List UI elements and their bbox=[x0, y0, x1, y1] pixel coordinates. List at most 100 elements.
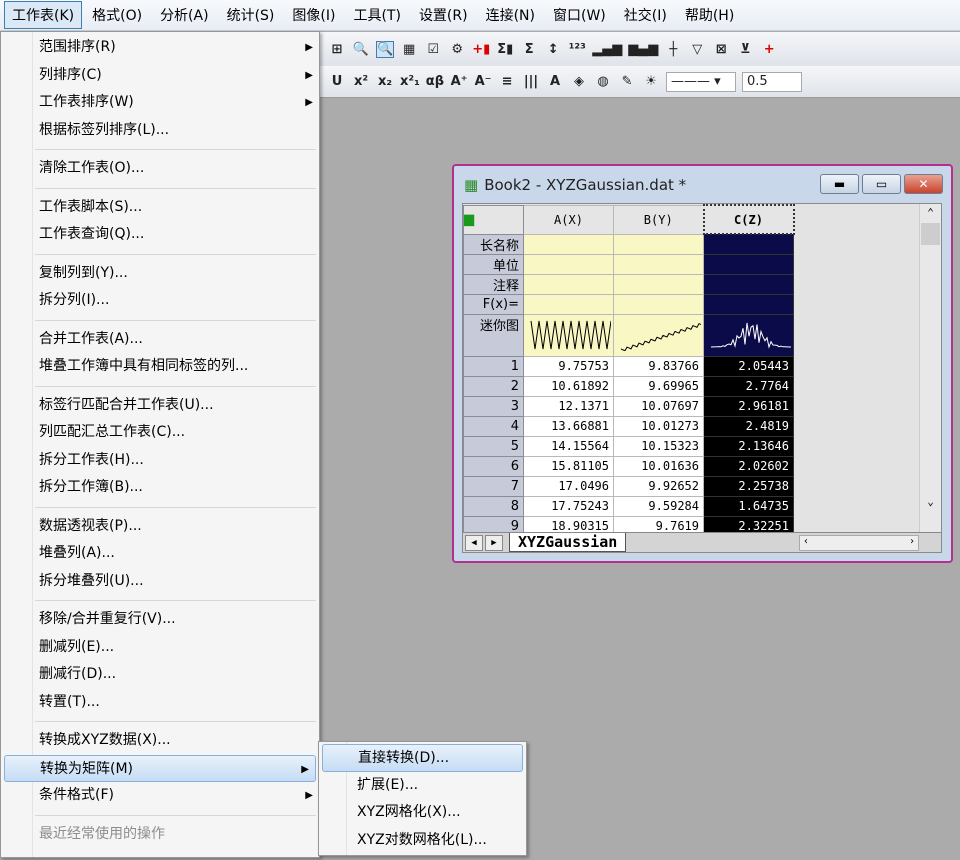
floating-bar-icon[interactable]: ┼ bbox=[664, 42, 682, 57]
menu-item[interactable]: 列排序(C) ▶ bbox=[1, 62, 319, 90]
worksheet-icon[interactable]: ▦ bbox=[400, 42, 418, 57]
label-cell[interactable] bbox=[523, 293, 614, 315]
format-icon-11[interactable]: ◍ bbox=[594, 74, 612, 89]
menu-item[interactable]: 转换为矩阵(M) ▶ bbox=[4, 754, 316, 782]
gear-icon[interactable]: ⚙ bbox=[448, 42, 466, 57]
menu-item[interactable]: 堆叠工作簿中具有相同标签的列... bbox=[1, 353, 319, 381]
label-row-header[interactable]: 单位 bbox=[463, 253, 524, 275]
data-cell[interactable]: 2.7764 bbox=[703, 375, 794, 397]
row-number[interactable]: 7 bbox=[463, 475, 524, 497]
column-header[interactable]: B(Y) bbox=[613, 204, 704, 235]
close-button[interactable]: ✕ bbox=[904, 174, 943, 194]
worksheet-grid[interactable]: ▆ A(X) B(Y) C(Z) 长名称 单位 注释 F(x)= 迷你图 1 9.75753 9.83… bbox=[462, 203, 942, 553]
data-cell[interactable]: 2.25738 bbox=[703, 475, 794, 497]
zoom-icon[interactable]: 🔍 bbox=[352, 42, 370, 57]
menu-3[interactable]: 统计(S) bbox=[219, 1, 283, 29]
format-icon-9[interactable]: A bbox=[546, 74, 564, 89]
column-sum-icon[interactable]: Σ bbox=[520, 42, 538, 57]
sparkline-cell[interactable] bbox=[613, 313, 704, 357]
submenu-item[interactable]: XYZ对数网格化(L)... bbox=[319, 827, 526, 855]
row-number[interactable]: 8 bbox=[463, 495, 524, 517]
data-cell[interactable]: 13.66881 bbox=[523, 415, 614, 437]
menu-item[interactable]: 拆分工作表(H)... bbox=[1, 447, 319, 475]
vertical-scrollbar[interactable]: ⌃ ⌄ bbox=[919, 204, 941, 534]
data-cell[interactable]: 12.1371 bbox=[523, 395, 614, 417]
maximize-button[interactable]: ▭ bbox=[862, 174, 901, 194]
row-number[interactable]: 4 bbox=[463, 415, 524, 437]
menu-item[interactable]: 工作表排序(W) ▶ bbox=[1, 89, 319, 117]
menu-item[interactable]: 转置(T)... bbox=[1, 689, 319, 717]
data-cell[interactable]: 2.13646 bbox=[703, 435, 794, 457]
menu-0[interactable]: 工作表(K) bbox=[4, 1, 83, 29]
data-cell[interactable]: 14.15564 bbox=[523, 435, 614, 457]
bar-chart-icon[interactable]: ▂▄▆ bbox=[592, 42, 622, 57]
menu-1[interactable]: 格式(O) bbox=[84, 1, 150, 29]
submenu-item[interactable]: 直接转换(D)... bbox=[322, 744, 523, 772]
row-number[interactable]: 1 bbox=[463, 355, 524, 377]
data-cell[interactable]: 17.0496 bbox=[523, 475, 614, 497]
row-number[interactable]: 5 bbox=[463, 435, 524, 457]
menu-8[interactable]: 窗口(W) bbox=[545, 1, 614, 29]
label-cell[interactable] bbox=[523, 273, 614, 295]
data-cell[interactable]: 10.15323 bbox=[613, 435, 704, 457]
data-cell[interactable]: 1.64735 bbox=[703, 495, 794, 517]
format-icon-3[interactable]: x²₁ bbox=[400, 74, 420, 89]
format-icon-8[interactable]: ||| bbox=[522, 74, 540, 89]
line-width-input[interactable]: 0.5 bbox=[742, 71, 803, 92]
label-row-header[interactable]: 长名称 bbox=[463, 233, 524, 255]
next-sheet-button[interactable]: ▶ bbox=[485, 534, 503, 551]
menu-item[interactable]: 拆分工作簿(B)... bbox=[1, 474, 319, 502]
sparkline-cell[interactable] bbox=[703, 313, 794, 357]
label-cell[interactable] bbox=[523, 233, 614, 255]
label-cell[interactable] bbox=[613, 233, 704, 255]
label-row-header[interactable]: 迷你图 bbox=[463, 313, 524, 357]
script-icon[interactable]: ☑ bbox=[424, 42, 442, 57]
row-number[interactable]: 6 bbox=[463, 455, 524, 477]
data-cell[interactable]: 10.01273 bbox=[613, 415, 704, 437]
add-column-icon[interactable]: +▮ bbox=[472, 42, 490, 57]
menu-item[interactable]: 数据透视表(P)... bbox=[1, 513, 319, 541]
label-cell[interactable] bbox=[703, 293, 794, 315]
menu-2[interactable]: 分析(A) bbox=[152, 1, 217, 29]
menu-item[interactable]: 合并工作表(A)... bbox=[1, 326, 319, 354]
menu-9[interactable]: 社交(I) bbox=[616, 1, 675, 29]
label-cell[interactable] bbox=[703, 253, 794, 275]
menu-5[interactable]: 工具(T) bbox=[345, 1, 408, 29]
data-cell[interactable]: 9.69965 bbox=[613, 375, 704, 397]
minimize-button[interactable]: ▬ bbox=[820, 174, 859, 194]
data-cell[interactable]: 2.96181 bbox=[703, 395, 794, 417]
format-icon-0[interactable]: U bbox=[328, 74, 346, 89]
data-cell[interactable]: 10.61892 bbox=[523, 375, 614, 397]
menu-item[interactable]: 拆分列(I)... bbox=[1, 287, 319, 315]
format-icon-12[interactable]: ✎ bbox=[618, 74, 636, 89]
data-cell[interactable]: 9.75753 bbox=[523, 355, 614, 377]
menu-4[interactable]: 图像(I) bbox=[284, 1, 343, 29]
format-icon-6[interactable]: A⁻ bbox=[474, 74, 492, 89]
format-icon-7[interactable]: ≡ bbox=[498, 74, 516, 89]
data-cell[interactable]: 2.02602 bbox=[703, 455, 794, 477]
line-style-dropdown[interactable]: ——— ▾ bbox=[666, 71, 737, 92]
structure-icon[interactable]: ⊞ bbox=[328, 42, 346, 57]
filter-icon[interactable]: ▽ bbox=[688, 42, 706, 57]
label-row-header[interactable]: F(x)= bbox=[463, 293, 524, 315]
menu-10[interactable]: 帮助(H) bbox=[677, 1, 742, 29]
toolbar-icon[interactable]: + bbox=[760, 42, 778, 57]
menu-item[interactable]: 根据标签列排序(L)... bbox=[1, 117, 319, 145]
menu-item[interactable]: 范围排序(R) ▶ bbox=[1, 34, 319, 62]
data-cell[interactable]: 17.75243 bbox=[523, 495, 614, 517]
workbook-window[interactable]: ▦ Book2 - XYZGaussian.dat * ▬ ▭ ✕ ▆ A(X) B… bbox=[452, 164, 953, 563]
label-cell[interactable] bbox=[613, 273, 704, 295]
row-number[interactable]: 2 bbox=[463, 375, 524, 397]
format-icon-2[interactable]: x₂ bbox=[376, 74, 394, 89]
menu-item[interactable]: 条件格式(F) ▶ bbox=[1, 782, 319, 810]
sheet-tab[interactable]: XYZGaussian bbox=[509, 533, 627, 552]
reapply-filter-icon[interactable]: ⊻ bbox=[736, 42, 754, 57]
data-cell[interactable]: 2.05443 bbox=[703, 355, 794, 377]
menu-item[interactable]: 工作表查询(Q)... bbox=[1, 221, 319, 249]
menu-item[interactable]: 最近经常使用的操作 bbox=[1, 821, 319, 849]
menu-item[interactable]: 拆分堆叠列(U)... bbox=[1, 568, 319, 596]
format-icon-1[interactable]: x² bbox=[352, 74, 370, 89]
menu-item[interactable]: 移除/合并重复行(V)... bbox=[1, 606, 319, 634]
label-row-header[interactable]: 注释 bbox=[463, 273, 524, 295]
format-icon-4[interactable]: αβ bbox=[426, 74, 444, 89]
